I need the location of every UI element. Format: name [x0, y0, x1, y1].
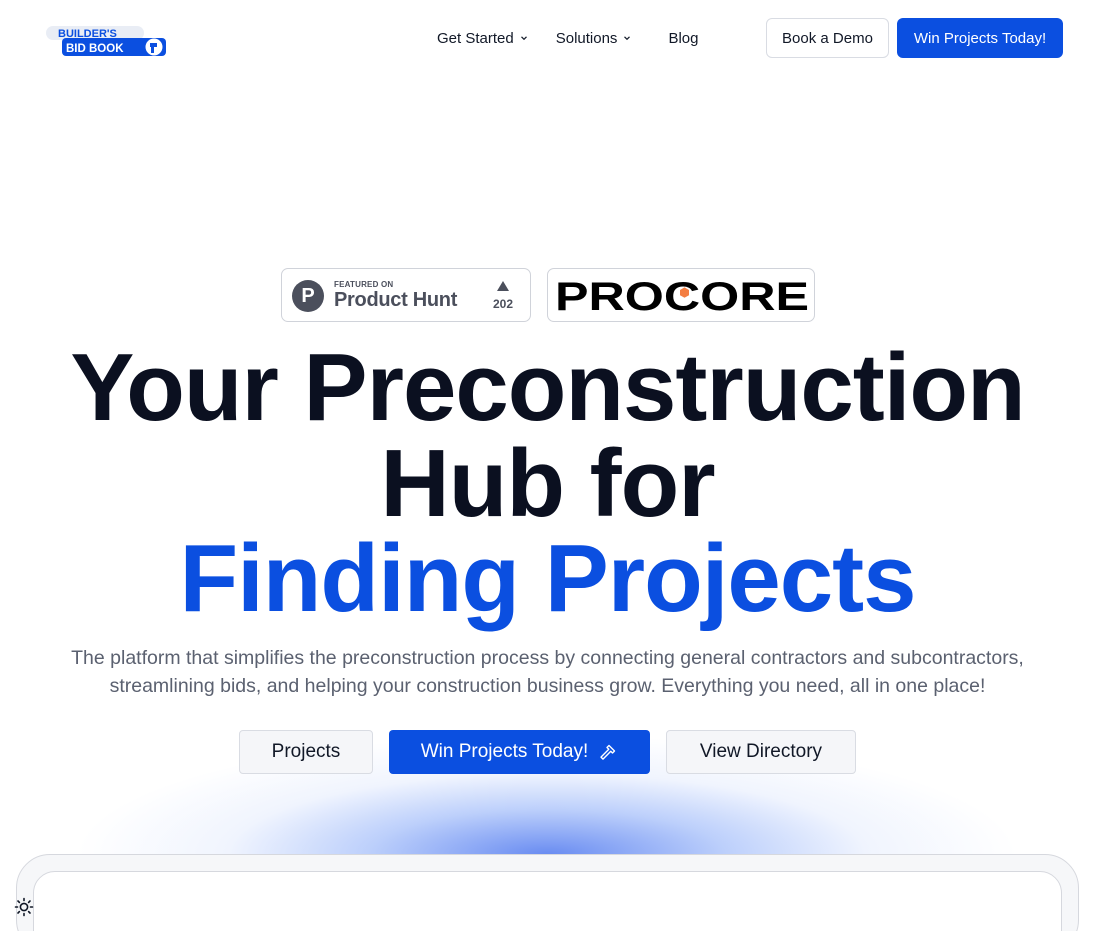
view-directory-button[interactable]: View Directory: [666, 730, 856, 774]
projects-button[interactable]: Projects: [239, 730, 373, 774]
hammer-arrow-icon: [145, 38, 163, 56]
hammer-icon: [600, 744, 616, 760]
logo-line2: BID BOOK: [66, 43, 124, 55]
win-projects-button-label: Win Projects Today!: [420, 741, 589, 762]
chevron-down-icon: [624, 36, 631, 41]
sun-icon[interactable]: [14, 897, 34, 917]
nav-solutions[interactable]: Solutions: [556, 29, 632, 47]
hero-title-line1: Your Preconstruction: [70, 334, 1025, 441]
hero-subtext-line1: The platform that simplifies the precons…: [71, 647, 1024, 669]
main-nav: Get Started Solutions Blog: [437, 29, 698, 47]
product-hunt-featured-label: FEATURED ON: [334, 280, 394, 289]
app-preview-screen: [33, 871, 1062, 931]
product-hunt-upvote-count: 202: [492, 297, 514, 311]
logo-line1: BUILDER'S: [58, 28, 117, 40]
product-hunt-name: Product Hunt: [334, 289, 458, 311]
procore-badge[interactable]: PROCORE: [547, 268, 815, 322]
hero-title-line2: Hub for: [380, 430, 715, 537]
nav-blog[interactable]: Blog: [668, 29, 698, 47]
nav-get-started-label: Get Started: [437, 29, 514, 47]
product-hunt-p-icon: P: [292, 280, 324, 312]
site-header: BUILDER'S BID BOOK Get Started Solutions…: [0, 0, 1095, 76]
hero-subtext: The platform that simplifies the precons…: [20, 644, 1075, 700]
hero-subtext-line2: streamlining bids, and helping your cons…: [109, 675, 986, 697]
nav-get-started[interactable]: Get Started: [437, 29, 528, 47]
chevron-down-icon: [520, 36, 527, 41]
product-hunt-badge[interactable]: P FEATURED ON Product Hunt 202: [281, 268, 531, 322]
hero-title-highlight: Finding Projects: [179, 525, 916, 632]
nav-solutions-label: Solutions: [555, 29, 618, 47]
win-projects-header-button[interactable]: Win Projects Today!: [897, 18, 1063, 58]
nav-blog-label: Blog: [668, 29, 699, 47]
upvote-triangle-icon: [497, 281, 509, 291]
builders-bid-book-logo[interactable]: BUILDER'S BID BOOK: [44, 24, 168, 58]
win-projects-button[interactable]: Win Projects Today!: [389, 730, 650, 774]
procore-logo: PROCORE: [555, 279, 809, 313]
book-demo-button[interactable]: Book a Demo: [766, 18, 889, 58]
